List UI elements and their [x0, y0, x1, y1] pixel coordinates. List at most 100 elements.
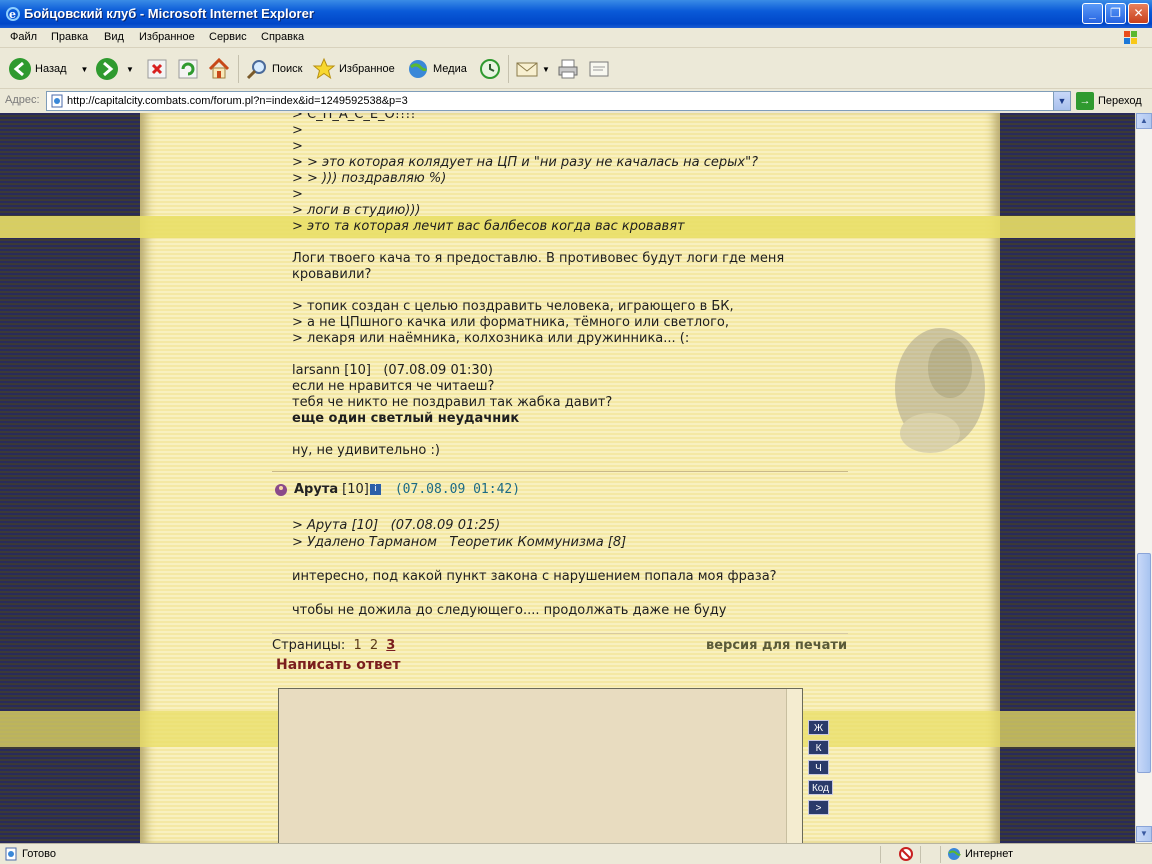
- underline-button[interactable]: Ч: [808, 760, 829, 775]
- window-title: Бойцовский клуб - Microsoft Internet Exp…: [24, 6, 314, 21]
- stop-button[interactable]: [145, 56, 172, 82]
- watermark-seal-icon: [895, 328, 985, 453]
- title-bar[interactable]: e Бойцовский клуб - Microsoft Internet E…: [0, 0, 1152, 28]
- search-icon: [246, 60, 266, 80]
- menu-item-tools[interactable]: Сервис: [209, 31, 247, 43]
- search-label: Поиск: [272, 63, 303, 75]
- mail-icon: [516, 62, 538, 77]
- post-divider: [272, 471, 848, 472]
- security-zone: Интернет: [965, 848, 1013, 860]
- address-input[interactable]: http://capitalcity.combats.com/forum.pl?…: [46, 91, 1071, 111]
- menu-bar: Файл Правка Вид Избранное Сервис Справка: [0, 28, 1152, 48]
- star-icon: [312, 57, 336, 80]
- post-line: > > это которая колядует на ЦП и "ни раз…: [292, 155, 759, 170]
- post-line: > > ))) поздравляю %): [292, 171, 447, 186]
- toolbar-separator-2: [508, 55, 509, 83]
- page-link-1[interactable]: 1: [353, 638, 361, 653]
- pager-divider: [272, 633, 848, 634]
- toolbar-separator: [238, 55, 239, 83]
- post-line: >: [292, 123, 303, 138]
- svg-text:e: e: [9, 8, 16, 21]
- reply-scrollbar[interactable]: [786, 689, 802, 843]
- go-label: Переход: [1098, 95, 1142, 107]
- status-bar: Готово Интернет: [0, 843, 1152, 864]
- page-link-2[interactable]: 2: [370, 638, 378, 653]
- scroll-down-icon[interactable]: ▼: [1136, 826, 1152, 842]
- page-viewport[interactable]: > С_П_А_С_Е_О!!!! > > > > это которая коляд…: [0, 113, 1135, 843]
- back-arrow-icon: [9, 58, 31, 80]
- refresh-icon: [178, 59, 198, 79]
- reply-heading: Написать ответ: [276, 657, 401, 673]
- mail-button[interactable]: ▼: [515, 56, 550, 82]
- menu-item-help[interactable]: Справка: [261, 31, 304, 43]
- standard-toolbar: Назад ▼ ▼ Поиск Избранное Медиа ▼: [0, 49, 1152, 89]
- menu-item-file[interactable]: Файл: [10, 31, 37, 43]
- post-line: > логи в студию))): [292, 203, 421, 218]
- post-date: (07.08.09 01:42): [394, 482, 521, 497]
- scroll-thumb[interactable]: [1137, 553, 1151, 773]
- address-dropdown-icon[interactable]: ▼: [1053, 92, 1070, 110]
- post-line: > а не ЦПшного качка или форматника, тём…: [292, 315, 730, 330]
- close-button[interactable]: ✕: [1128, 3, 1149, 24]
- post-line: > это та которая лечит вас балбесов когд…: [292, 219, 685, 234]
- post-line: кровавили?: [292, 267, 372, 282]
- post-line: ну, не удивительно :): [292, 443, 440, 458]
- print-version-link[interactable]: версия для печати: [706, 638, 847, 653]
- history-button[interactable]: [478, 56, 505, 82]
- refresh-button[interactable]: [176, 56, 203, 82]
- favorites-button[interactable]: Избранное: [312, 56, 395, 82]
- back-button[interactable]: Назад ▼: [8, 56, 88, 82]
- post-line: > С_П_А_С_Е_О!!!!: [292, 113, 416, 122]
- post-line: > Удалено Тарманом Теоретик Коммунизма […: [292, 535, 627, 550]
- code-button[interactable]: Код: [808, 780, 833, 795]
- back-label: Назад: [35, 63, 67, 75]
- address-url: http://capitalcity.combats.com/forum.pl?…: [67, 95, 408, 107]
- ie-logo-icon: e: [6, 7, 20, 21]
- page-link-current[interactable]: 3: [386, 638, 395, 653]
- internet-globe-icon: [948, 848, 961, 860]
- mail-dropdown-icon[interactable]: ▼: [542, 65, 550, 74]
- home-button[interactable]: [207, 56, 234, 82]
- forward-dropdown-icon[interactable]: ▼: [126, 65, 134, 74]
- back-dropdown-icon[interactable]: ▼: [81, 65, 89, 74]
- italic-button[interactable]: К: [808, 740, 829, 755]
- menu-item-view[interactable]: Вид: [104, 31, 124, 43]
- menu-item-favorites[interactable]: Избранное: [139, 31, 195, 43]
- post-line: >: [292, 187, 303, 202]
- status-text: Готово: [22, 848, 56, 860]
- printer-icon: [558, 59, 578, 79]
- pager: Страницы: 1 2 3: [272, 638, 395, 653]
- forward-button[interactable]: ▼: [95, 56, 134, 82]
- reply-textarea[interactable]: [278, 688, 803, 843]
- post-author[interactable]: Арута: [294, 482, 338, 497]
- go-arrow-icon: →: [1076, 92, 1094, 110]
- post-line: > топик создан с целью поздравить челове…: [292, 299, 734, 314]
- bold-button[interactable]: Ж: [808, 720, 829, 735]
- maximize-button[interactable]: ❐: [1105, 3, 1126, 24]
- pager-label: Страницы:: [272, 638, 346, 653]
- post-author-level: [10]: [342, 482, 369, 497]
- post-line: larsann [10] (07.08.09 01:30): [292, 363, 493, 378]
- ie-window: e Бойцовский клуб - Microsoft Internet E…: [0, 0, 1152, 864]
- user-info-icon[interactable]: i: [369, 484, 381, 495]
- search-button[interactable]: Поиск: [245, 56, 302, 82]
- address-label: Адрес:: [5, 94, 40, 106]
- post-line: > Арута [10] (07.08.09 01:25): [292, 518, 501, 533]
- scroll-up-icon[interactable]: ▲: [1136, 113, 1152, 129]
- stop-icon: [147, 59, 167, 79]
- favorites-label: Избранное: [339, 63, 395, 75]
- quote-button[interactable]: >: [808, 800, 829, 815]
- home-icon: [208, 57, 230, 79]
- page-scrollbar[interactable]: ▲ ▼: [1135, 113, 1152, 843]
- edit-button[interactable]: [587, 56, 614, 82]
- minimize-button[interactable]: _: [1082, 3, 1103, 24]
- status-cell-2: [920, 846, 921, 863]
- status-cell-3: [940, 846, 941, 863]
- page-icon: [51, 94, 63, 108]
- menu-item-edit[interactable]: Правка: [51, 31, 88, 43]
- post-line: если не нравится че читаеш?: [292, 379, 495, 394]
- print-button[interactable]: [556, 56, 583, 82]
- media-button[interactable]: Медиа: [406, 56, 467, 82]
- go-button[interactable]: → Переход: [1076, 92, 1142, 110]
- popup-blocked-icon[interactable]: [898, 847, 914, 861]
